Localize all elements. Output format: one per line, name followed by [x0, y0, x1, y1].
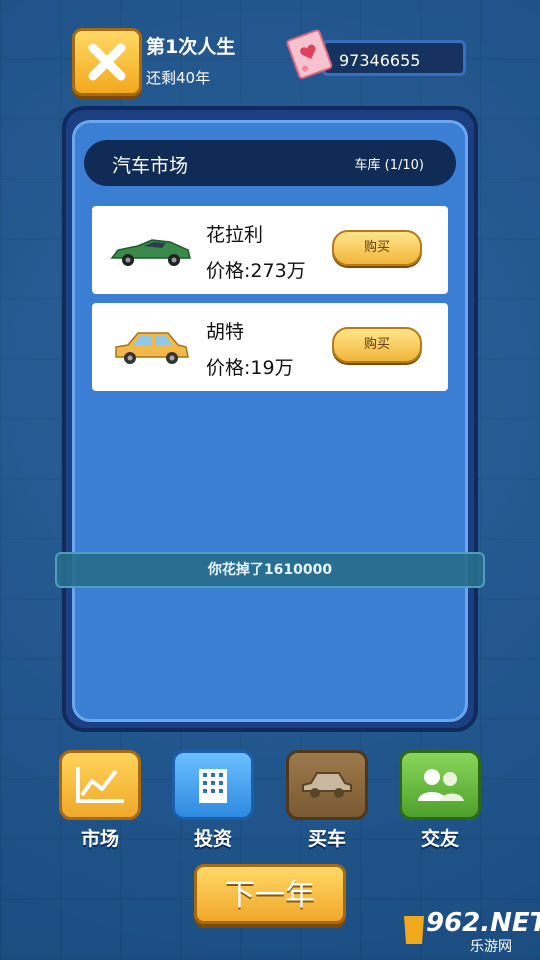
nav-buycar-button[interactable]: 买车 [286, 750, 368, 851]
nav-market-button[interactable]: 市场 [59, 750, 141, 851]
car-name: 花拉利 [206, 224, 264, 246]
close-icon [88, 43, 126, 81]
nav-invest-button[interactable]: 投资 [172, 750, 254, 851]
banknote-icon [286, 29, 333, 80]
car-card: 花拉利 价格:273万 购买 [92, 206, 448, 294]
buy-button[interactable]: 购买 [332, 230, 422, 266]
watermark-sub: 乐游网 [470, 939, 512, 955]
car-card: 胡特 价格:19万 购买 [92, 303, 448, 391]
money-value: 97346655 [339, 51, 421, 70]
green-sports-car-icon [110, 239, 191, 266]
money-display: 97346655 [322, 40, 466, 76]
next-year-button[interactable]: 下一年 [194, 864, 346, 924]
car-price: 价格:19万 [206, 357, 294, 379]
watermark-icon [404, 916, 424, 944]
yellow-hatchback-icon [115, 332, 189, 364]
car-price: 价格:273万 [206, 260, 306, 282]
nav-friends-button[interactable]: 交友 [399, 750, 481, 851]
buy-button[interactable]: 购买 [332, 327, 422, 363]
chart-icon [76, 767, 124, 803]
car-icon [302, 772, 352, 798]
watermark-brand: 962.NET [426, 908, 540, 938]
watermark-logo: 962.NET 乐游网 [400, 906, 540, 956]
garage-count: 车库 (1/10) [354, 158, 424, 173]
close-button[interactable] [72, 28, 142, 96]
nav-market-label: 市场 [80, 828, 119, 850]
life-title: 第1次人生 [146, 36, 236, 58]
friends-icon [418, 769, 464, 801]
nav-friends-label: 交友 [420, 828, 459, 850]
market-title: 汽车市场 [112, 155, 189, 177]
spent-toast: 你花掉了1610000 [55, 552, 485, 588]
market-header: 汽车市场 车库 (1/10) [84, 140, 456, 186]
building-icon [199, 769, 227, 803]
years-remaining: 还剩40年 [146, 69, 211, 87]
market-panel [62, 106, 478, 732]
nav-buycar-label: 买车 [307, 828, 346, 850]
life-info: 第1次人生 还剩40年 [146, 32, 235, 88]
car-name: 胡特 [206, 321, 245, 343]
nav-invest-label: 投资 [193, 828, 232, 850]
